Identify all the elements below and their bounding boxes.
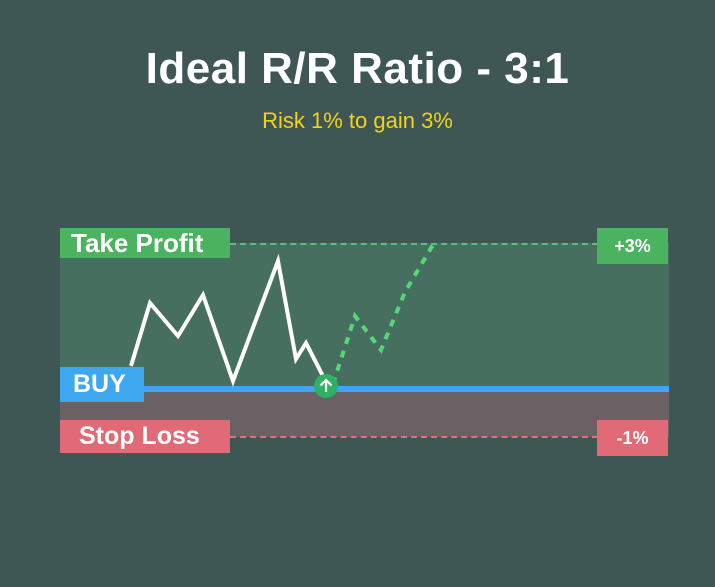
arrow-up-circle-icon	[314, 374, 338, 398]
take-profit-label: Take Profit	[60, 228, 230, 258]
price-path-diagram	[129, 241, 436, 398]
stop-loss-label: Stop Loss	[60, 420, 230, 453]
projected-price-line	[331, 241, 436, 385]
take-profit-percent-badge: +3%	[597, 228, 668, 264]
price-history-line	[129, 253, 328, 387]
buy-label: BUY	[60, 367, 144, 402]
stop-loss-percent-badge: -1%	[597, 420, 668, 456]
